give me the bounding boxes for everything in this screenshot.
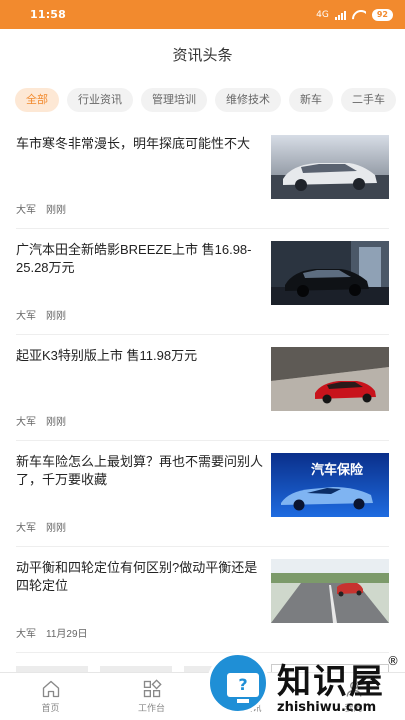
article-item[interactable]: 新车车险怎么上最划算？再也不需要问别人了，千万要收藏 大军 刚刚 汽车保险 — [16, 441, 389, 547]
network-label: 4G — [316, 9, 329, 20]
article-title: 起亚K3特别版上市 售11.98万元 — [16, 348, 198, 363]
article-meta: 大军 刚刚 — [16, 307, 66, 322]
article-meta: 大军 刚刚 — [16, 413, 66, 428]
page-title: 资讯头条 — [172, 46, 233, 64]
nav-label: 我的 — [344, 703, 363, 713]
article-thumbnail: 汽车保险 — [271, 453, 389, 517]
nav-label: 资讯 — [243, 703, 262, 713]
article-author: 大军 — [16, 523, 36, 534]
article-author: 大军 — [16, 417, 36, 428]
wifi-icon — [352, 10, 366, 20]
grid-icon — [143, 679, 162, 698]
article-meta: 大军 11月29日 — [16, 625, 88, 640]
article-title: 动平衡和四轮定位有何区别?做动平衡还是四轮定位 — [16, 560, 258, 593]
nav-label: 首页 — [41, 703, 60, 713]
user-icon — [346, 681, 361, 697]
article-author: 大军 — [16, 311, 36, 322]
article-item[interactable]: 起亚K3特别版上市 售11.98万元 大军 刚刚 — [16, 335, 389, 441]
category-tabs: 全部 行业资讯 管理培训 维修技术 新车 二手车 — [15, 88, 405, 112]
news-icon — [245, 680, 260, 698]
article-title: 车市寒冬非常漫长，明年探底可能性不大 — [16, 136, 251, 151]
article-item[interactable]: 车市寒冬非常漫长，明年探底可能性不大 大军 刚刚 — [16, 123, 389, 229]
article-author: 大军 — [16, 629, 36, 640]
article-thumbnail — [271, 135, 389, 199]
article-item[interactable]: 广汽本田全新皓影BREEZE上市 售16.98-25.28万元 大军 刚刚 — [16, 229, 389, 335]
article-meta: 大军 刚刚 — [16, 201, 66, 216]
signal-icon — [334, 10, 346, 20]
tab-industry-news[interactable]: 行业资讯 — [67, 88, 133, 112]
battery-icon: 92 — [371, 8, 393, 21]
article-title: 新车车险怎么上最划算？再也不需要问别人了，千万要收藏 — [16, 454, 264, 487]
article-thumbnail — [271, 347, 389, 411]
article-time: 刚刚 — [46, 523, 66, 534]
insurance-caption: 汽车保险 — [311, 463, 364, 478]
tab-new-cars[interactable]: 新车 — [289, 88, 333, 112]
silver-sedan-image — [271, 135, 389, 199]
red-sedan-image — [271, 347, 389, 411]
article-author: 大军 — [16, 205, 36, 216]
article-list: 车市寒冬非常漫长，明年探底可能性不大 大军 刚刚 广汽本田全新皓影BREEZE上市… — [0, 123, 405, 653]
status-bar: 11:58 4G 92 — [0, 0, 405, 29]
article-time: 刚刚 — [46, 311, 66, 322]
road-car-image — [271, 559, 389, 623]
tab-all[interactable]: 全部 — [15, 88, 59, 112]
article-item[interactable]: 动平衡和四轮定位有何区别?做动平衡还是四轮定位 大军 11月29日 — [16, 547, 389, 653]
article-title: 广汽本田全新皓影BREEZE上市 售16.98-25.28万元 — [16, 242, 252, 275]
status-icons: 4G 92 — [316, 8, 393, 21]
article-meta: 大军 刚刚 — [16, 519, 66, 534]
status-time: 11:58 — [30, 8, 67, 21]
nav-news[interactable]: 资讯 — [202, 673, 303, 720]
article-time: 刚刚 — [46, 417, 66, 428]
nav-workbench[interactable]: 工作台 — [101, 673, 202, 720]
dark-suv-image — [271, 241, 389, 305]
article-thumbnail — [271, 241, 389, 305]
tab-used-cars[interactable]: 二手车 — [341, 88, 396, 112]
bottom-nav: 首页 工作台 资讯 我的 — [0, 672, 405, 720]
nav-home[interactable]: 首页 — [0, 673, 101, 720]
tab-management-training[interactable]: 管理培训 — [141, 88, 207, 112]
article-time: 刚刚 — [46, 205, 66, 216]
home-icon — [42, 680, 59, 698]
nav-label: 工作台 — [137, 703, 165, 713]
article-time: 11月29日 — [46, 629, 88, 640]
nav-mine[interactable]: 我的 — [303, 673, 404, 720]
article-thumbnail — [271, 559, 389, 623]
tab-repair-tech[interactable]: 维修技术 — [215, 88, 281, 112]
